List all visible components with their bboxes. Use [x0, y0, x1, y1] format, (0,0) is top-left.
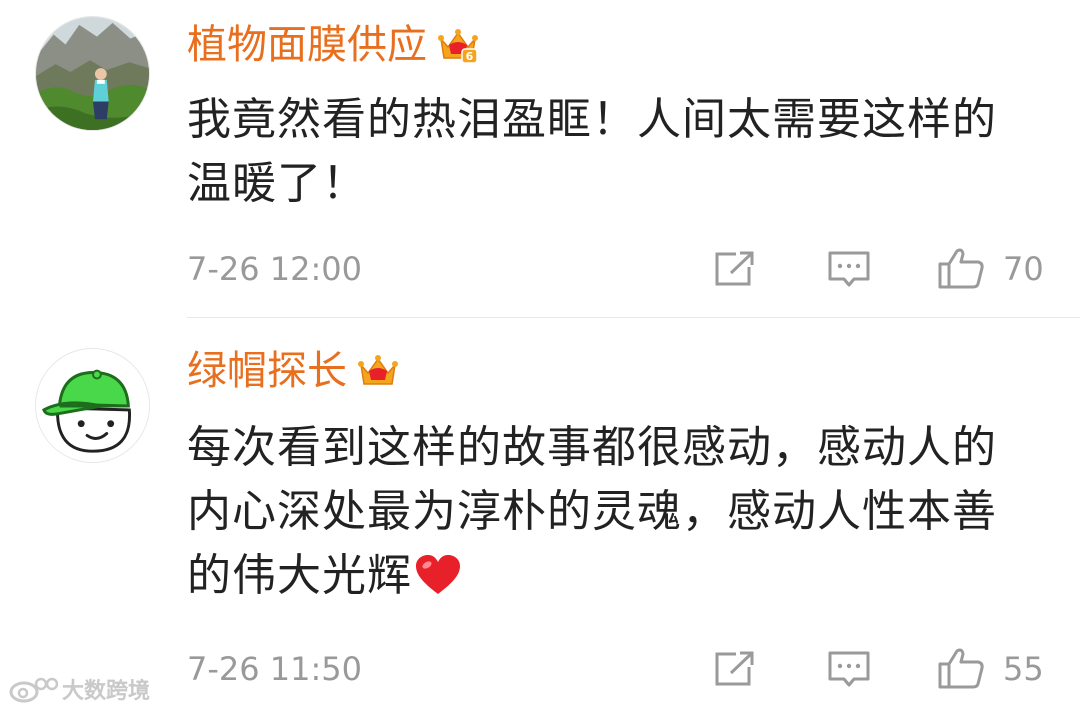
timestamp: 7-26 11:50	[187, 650, 363, 688]
comment-item: 植物面膜供应 6 我竟然看的热泪盈眶！人间太需要这样的温暖了！ 7-26 12:…	[0, 0, 1080, 318]
vip-crown-icon[interactable]	[357, 351, 399, 391]
watermark-text: 大数跨境	[62, 679, 151, 704]
comment-meta: 7-26 11:50 55	[187, 644, 1047, 694]
comment-meta: 7-26 12:00 70	[187, 244, 1047, 294]
comment-text: 我竟然看的热泪盈眶！人间太需要这样的温暖了！	[187, 94, 997, 209]
comment-item: 绿帽探长 每次看到这样的故事都很感动，感动人的内心深处最为淳朴的灵魂，感动人性本…	[0, 318, 1080, 710]
username[interactable]: 绿帽探长	[187, 346, 347, 396]
timestamp: 7-26 12:00	[187, 250, 363, 288]
person-on-mountain-photo	[36, 17, 149, 130]
thumbs-up-icon[interactable]	[937, 646, 985, 690]
like-count: 55	[1003, 650, 1044, 688]
thumbs-up-icon[interactable]	[937, 246, 985, 290]
share-icon[interactable]	[714, 649, 758, 689]
name-row: 绿帽探长	[187, 346, 399, 396]
avatar[interactable]	[35, 348, 150, 463]
weibo-logo-icon	[9, 677, 58, 703]
like-count: 70	[1003, 250, 1044, 288]
avatar[interactable]	[35, 16, 150, 131]
watermark: 大数跨境	[8, 672, 150, 706]
heart-icon	[414, 554, 462, 596]
name-row: 植物面膜供应 6	[187, 20, 479, 70]
vip-crown-level-6-icon[interactable]: 6	[437, 25, 479, 65]
comment-icon[interactable]	[827, 649, 871, 689]
share-icon[interactable]	[714, 249, 758, 289]
comment-text: 每次看到这样的故事都很感动，感动人的内心深处最为淳朴的灵魂，感动人性本善的伟大光…	[187, 416, 1027, 608]
comment-list: 植物面膜供应 6 我竟然看的热泪盈眶！人间太需要这样的温暖了！ 7-26 12:…	[0, 0, 1080, 710]
comment-icon[interactable]	[827, 249, 871, 289]
comment-text-body: 每次看到这样的故事都很感动，感动人的内心深处最为淳朴的灵魂，感动人性本善的伟大光…	[187, 422, 997, 601]
vip-level: 6	[466, 50, 474, 63]
username[interactable]: 植物面膜供应	[187, 20, 427, 70]
green-cap-cartoon-avatar	[36, 349, 149, 462]
